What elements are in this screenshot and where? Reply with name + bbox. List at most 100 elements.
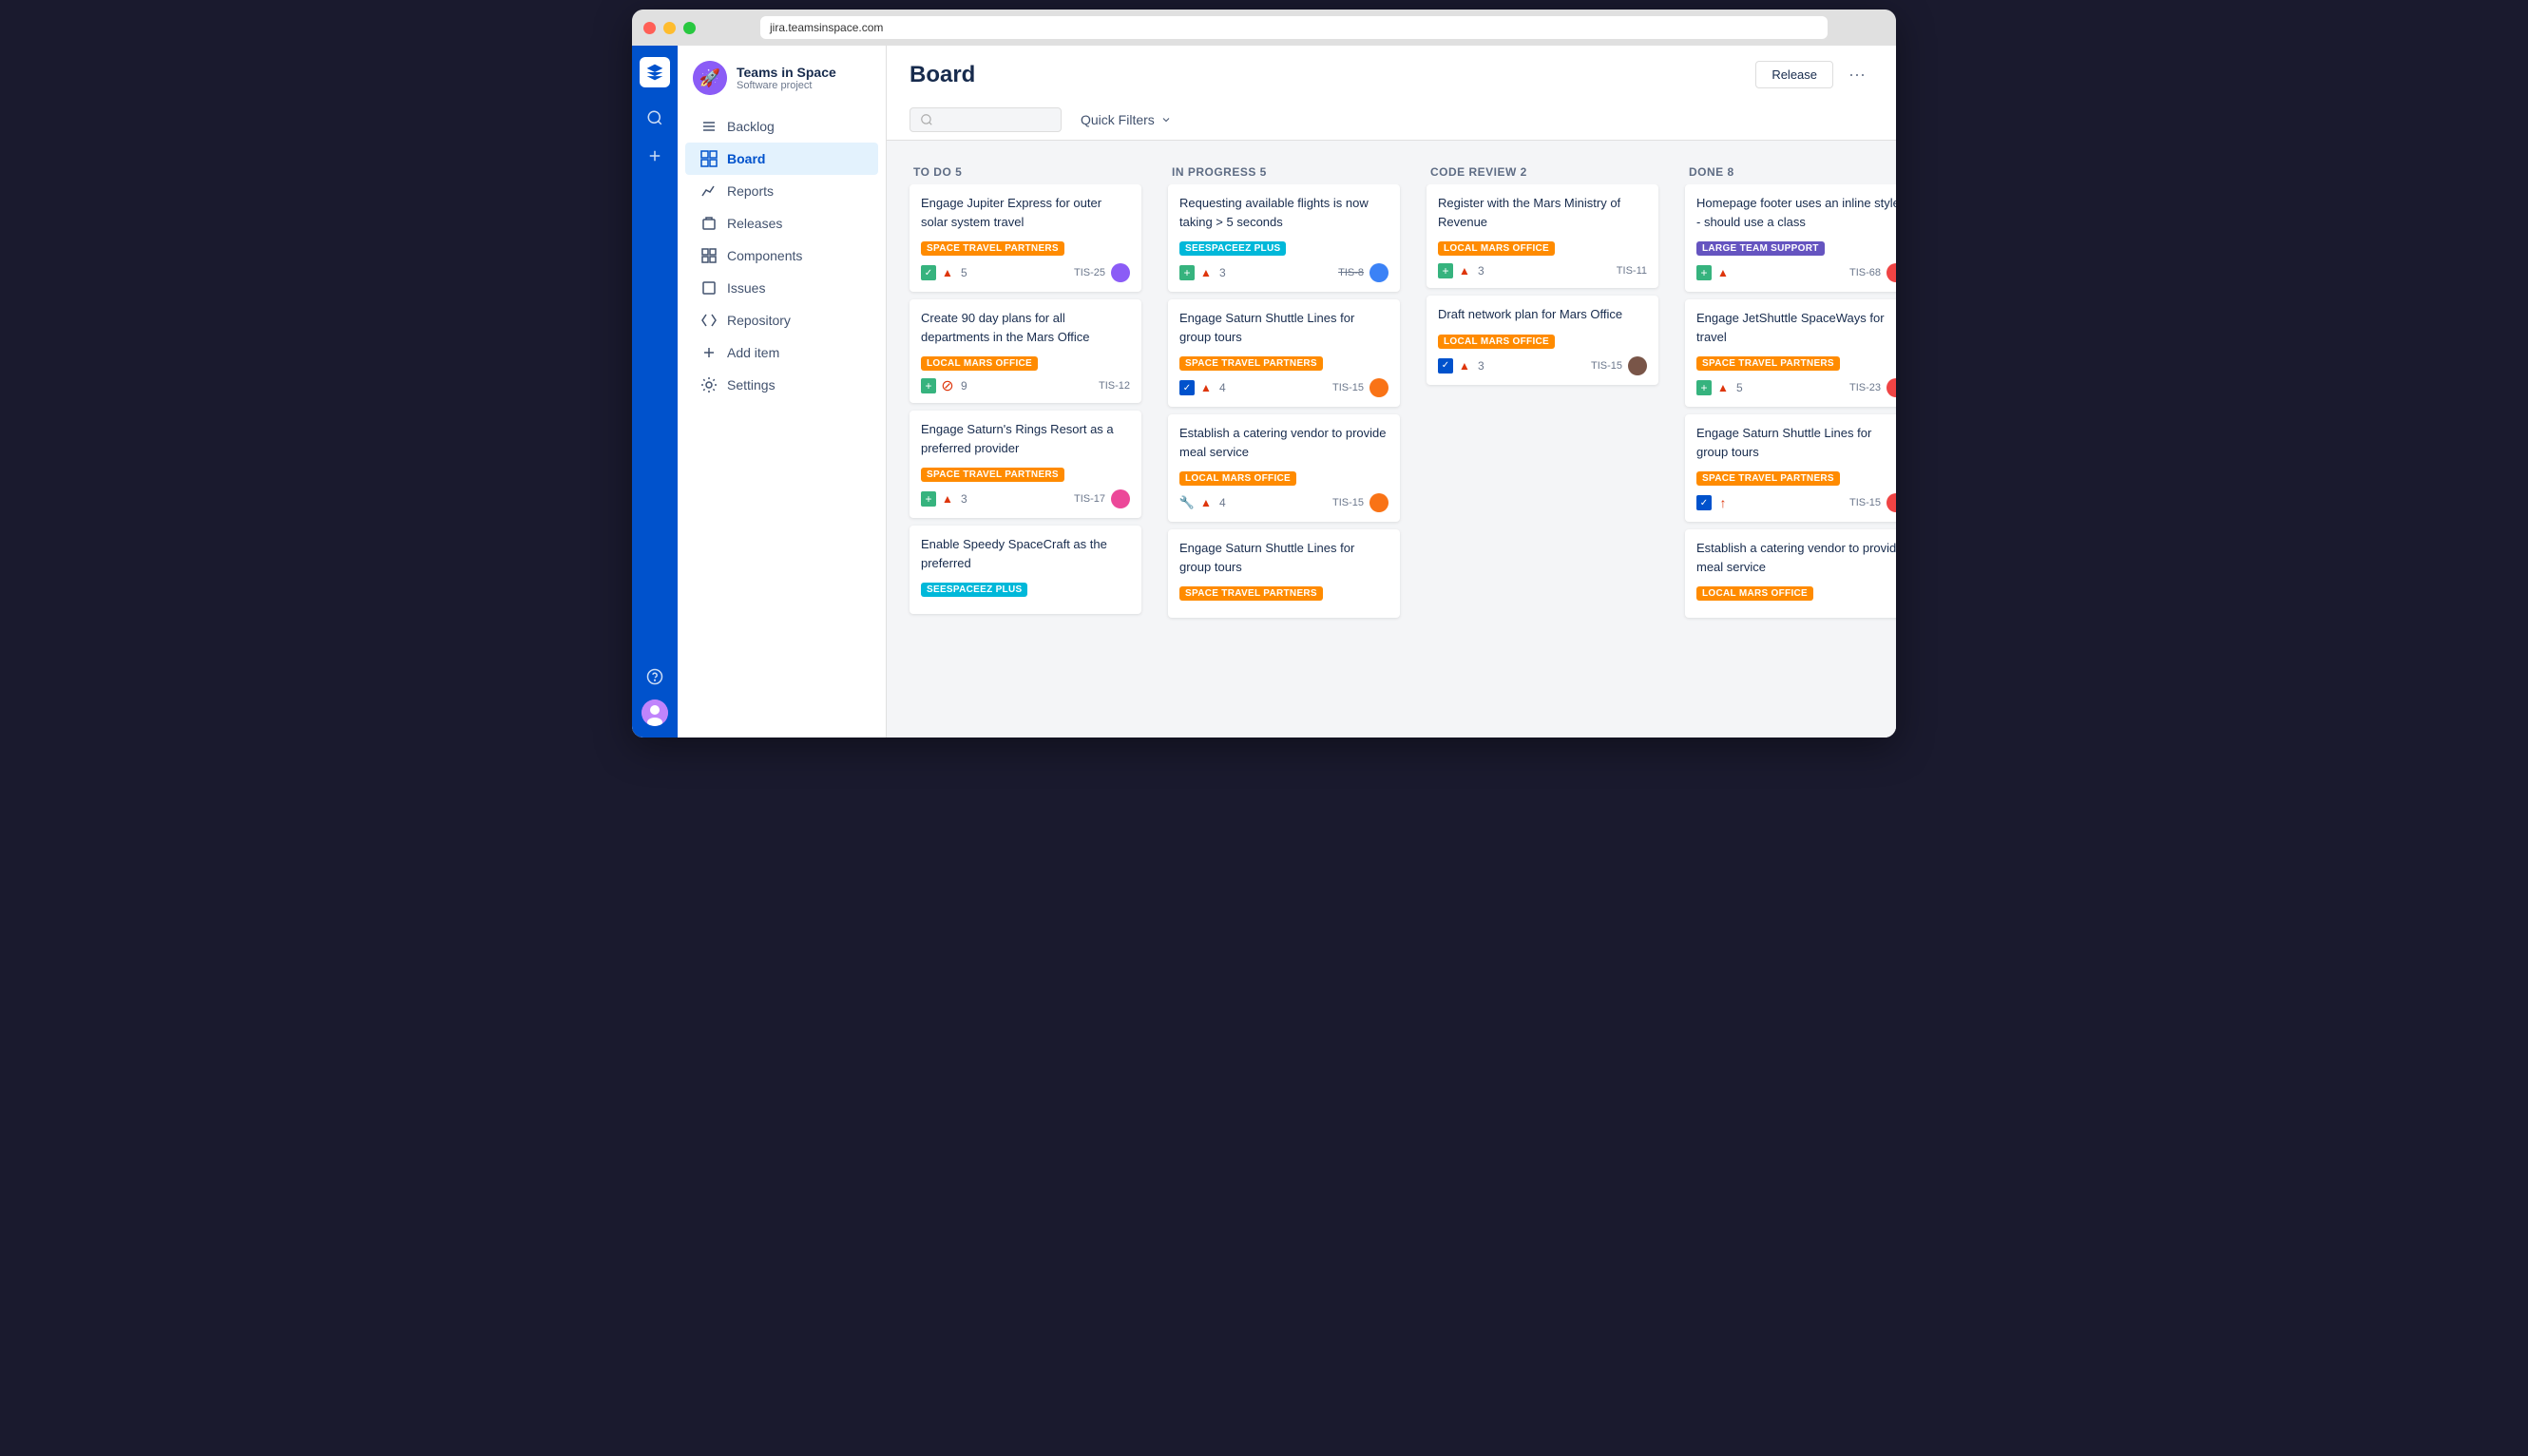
assignee-avatar — [1369, 378, 1388, 397]
card-tis11[interactable]: Register with the Mars Ministry of Reven… — [1427, 184, 1658, 288]
card-footer: + ▲ 5 TIS-23 — [1696, 378, 1896, 397]
header-actions: Release ··· — [1755, 61, 1873, 88]
plus-icon: + — [1179, 265, 1195, 280]
card-tis8[interactable]: Requesting available flights is now taki… — [1168, 184, 1400, 292]
card-inprog-saturn2[interactable]: Engage Saturn Shuttle Lines for group to… — [1168, 529, 1400, 618]
wrench-icon: 🔧 — [1179, 495, 1195, 510]
sidebar-label-issues: Issues — [727, 280, 765, 296]
card-count: 3 — [1219, 266, 1226, 279]
card-icons: + ▲ 5 — [1696, 380, 1743, 395]
priority-icon: ▲ — [1198, 380, 1214, 395]
sidebar-label-add: Add item — [727, 345, 779, 360]
card-tag: SPACE TRAVEL PARTNERS — [1696, 471, 1840, 486]
card-id: TIS-15 — [1332, 497, 1364, 508]
card-speedy[interactable]: Enable Speedy SpaceCraft as the preferre… — [910, 526, 1141, 614]
card-id: TIS-23 — [1849, 382, 1881, 393]
card-tis68[interactable]: Homepage footer uses an inline style - s… — [1685, 184, 1896, 292]
sidebar-item-backlog[interactable]: Backlog — [685, 110, 878, 143]
close-btn[interactable] — [643, 22, 656, 34]
sidebar-item-settings[interactable]: Settings — [685, 369, 878, 401]
check-icon: ✓ — [1179, 380, 1195, 395]
sidebar-item-repository[interactable]: Repository — [685, 304, 878, 336]
card-footer: + ▲ 3 TIS-17 — [921, 489, 1130, 508]
card-tis23[interactable]: Engage JetShuttle SpaceWays for travel S… — [1685, 299, 1896, 407]
nav-add-icon[interactable] — [640, 141, 670, 171]
priority-icon: ▲ — [1457, 358, 1472, 374]
card-title: Engage Jupiter Express for outer solar s… — [921, 194, 1130, 231]
card-tis17[interactable]: Engage Saturn's Rings Resort as a prefer… — [910, 411, 1141, 518]
card-count: 4 — [1219, 381, 1226, 394]
more-options-button[interactable]: ··· — [1841, 61, 1873, 88]
release-button[interactable]: Release — [1755, 61, 1833, 88]
nav-search-icon[interactable] — [640, 103, 670, 133]
column-header-done: DONE 8 — [1677, 156, 1896, 184]
project-details: Teams in Space Software project — [737, 65, 836, 91]
card-draft-network[interactable]: Draft network plan for Mars Office LOCAL… — [1427, 296, 1658, 385]
card-tag: SPACE TRAVEL PARTNERS — [1179, 356, 1323, 371]
card-title: Create 90 day plans for all departments … — [921, 309, 1130, 346]
card-footer: + ▲ 3 TIS-11 — [1438, 263, 1647, 278]
left-nav — [632, 46, 678, 738]
card-inprog-saturn1[interactable]: Engage Saturn Shuttle Lines for group to… — [1168, 299, 1400, 407]
card-done-saturn[interactable]: Engage Saturn Shuttle Lines for group to… — [1685, 414, 1896, 522]
card-id: TIS-25 — [1074, 267, 1105, 278]
quick-filters-button[interactable]: Quick Filters — [1073, 107, 1179, 132]
card-icons: ✓ ↑ — [1696, 495, 1731, 510]
card-done-catering[interactable]: Establish a catering vendor to provide m… — [1685, 529, 1896, 618]
sidebar-item-add[interactable]: Add item — [685, 336, 878, 369]
nav-logo[interactable] — [640, 57, 670, 87]
assignee-avatar — [1111, 263, 1130, 282]
check-icon: ✓ — [921, 265, 936, 280]
card-title: Draft network plan for Mars Office — [1438, 305, 1647, 324]
card-tis25[interactable]: Engage Jupiter Express for outer solar s… — [910, 184, 1141, 292]
priority-icon: ▲ — [1457, 263, 1472, 278]
maximize-btn[interactable] — [683, 22, 696, 34]
user-avatar[interactable] — [642, 699, 668, 726]
sidebar-item-board[interactable]: Board — [685, 143, 878, 175]
card-id-avatar: TIS-15 — [1332, 493, 1388, 512]
card-id: TIS-12 — [1099, 380, 1130, 392]
plus-icon: + — [1696, 380, 1712, 395]
sidebar-label-repository: Repository — [727, 313, 791, 328]
project-info: 🚀 Teams in Space Software project — [678, 61, 886, 110]
card-icons: + ▲ — [1696, 265, 1731, 280]
sidebar-label-board: Board — [727, 151, 765, 166]
card-count: 9 — [961, 379, 967, 393]
column-inprogress: IN PROGRESS 5 Requesting available fligh… — [1160, 156, 1408, 722]
card-footer: ✓ ▲ 4 TIS-15 — [1179, 378, 1388, 397]
sidebar-item-reports[interactable]: Reports — [685, 175, 878, 207]
column-done: DONE 8 Homepage footer uses an inline st… — [1677, 156, 1896, 722]
address-bar[interactable]: jira.teamsinspace.com — [760, 16, 1828, 39]
sidebar-label-backlog: Backlog — [727, 119, 775, 134]
sidebar-item-issues[interactable]: Issues — [685, 272, 878, 304]
card-footer: + ▲ 3 TIS-8 — [1179, 263, 1388, 282]
column-header-inprogress: IN PROGRESS 5 — [1160, 156, 1408, 184]
card-inprog-catering[interactable]: Establish a catering vendor to provide m… — [1168, 414, 1400, 522]
search-box[interactable] — [910, 107, 1062, 132]
card-count: 3 — [961, 492, 967, 506]
column-cards-done: Homepage footer uses an inline style - s… — [1677, 184, 1896, 722]
card-title: Engage Saturn Shuttle Lines for group to… — [1179, 539, 1388, 576]
priority-icon: ▲ — [1198, 495, 1214, 510]
assignee-avatar — [1886, 263, 1896, 282]
header-top: Board Release ··· — [910, 61, 1873, 88]
minimize-btn[interactable] — [663, 22, 676, 34]
card-icons: + ⊘ 9 — [921, 378, 967, 393]
card-title: Requesting available flights is now taki… — [1179, 194, 1388, 231]
card-tag: LOCAL MARS OFFICE — [1696, 586, 1813, 601]
sidebar-item-releases[interactable]: Releases — [685, 207, 878, 239]
sidebar-label-releases: Releases — [727, 216, 782, 231]
column-header-codereview: CODE REVIEW 2 — [1419, 156, 1666, 184]
search-icon — [920, 113, 933, 126]
sidebar-item-components[interactable]: Components — [685, 239, 878, 272]
card-count: 5 — [961, 266, 967, 279]
card-id: TIS-68 — [1849, 267, 1881, 278]
card-title: Establish a catering vendor to provide m… — [1179, 424, 1388, 461]
nav-help-icon[interactable] — [640, 661, 670, 692]
card-icons: ✓ ▲ 5 — [921, 265, 967, 280]
card-title: Engage Saturn Shuttle Lines for group to… — [1179, 309, 1388, 346]
url-text: jira.teamsinspace.com — [770, 21, 883, 34]
card-tag: SEESPACEEZ PLUS — [1179, 241, 1286, 256]
check-icon: ✓ — [1438, 358, 1453, 374]
card-tis12[interactable]: Create 90 day plans for all departments … — [910, 299, 1141, 403]
